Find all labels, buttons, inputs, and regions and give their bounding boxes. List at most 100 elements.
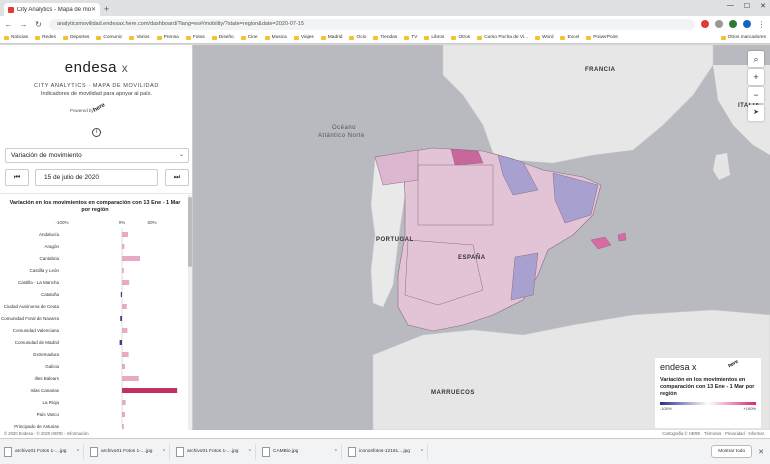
bookmark-item[interactable]: Viajes [294,35,314,40]
category-label: Principado de Asturias [14,424,60,429]
bar-2[interactable] [122,256,140,261]
minimize-icon[interactable]: — [727,2,734,10]
bookmark-item[interactable]: Otros [451,35,470,40]
bar-11[interactable] [122,364,125,369]
category-label: País Vasco [37,412,60,417]
bookmark-item[interactable]: Excel [560,35,579,40]
bar-15[interactable] [122,412,125,417]
bar-8[interactable] [122,328,128,333]
avatar[interactable] [743,20,751,28]
bookmarks-bar: Noticias Redes Deportes Comunic Varios Prensa… [0,32,770,44]
bar-3[interactable] [122,268,124,273]
file-icon [262,446,270,457]
chevron-up-icon[interactable]: ⌃ [334,449,338,455]
next-date-button[interactable]: ⏭ [165,169,189,186]
map-view[interactable]: FRANCIA ITALIA Océano Atlántico Norte PO… [193,45,770,430]
bookmark-item[interactable]: Redes [35,35,56,40]
bar-13[interactable] [122,388,178,393]
zoom-out-button[interactable]: − [748,87,764,103]
bar-4[interactable] [122,280,130,285]
chevron-up-icon[interactable]: ⌃ [420,449,424,455]
bar-1[interactable] [122,244,125,249]
back-icon[interactable]: ← [4,20,13,29]
panel-scrollbar-thumb[interactable] [188,197,192,267]
extension-icon[interactable] [715,20,723,28]
category-label: Castilla - La Mancha [18,280,60,285]
chevron-up-icon[interactable]: ⌃ [162,449,166,455]
close-tab-icon[interactable]: ✕ [91,6,96,13]
bookmark-item[interactable]: Prensa [157,35,179,40]
bookmark-item[interactable]: Diseño [212,35,234,40]
other-bookmarks[interactable]: Otros marcadores [721,35,766,40]
file-icon [348,446,356,457]
bookmark-item[interactable]: Fotos [186,35,205,40]
x-tick-label: 50% [147,220,156,225]
bar-7[interactable] [120,316,122,321]
download-item[interactable]: iconosfotos-12181....jpg ⌃ [348,443,428,460]
category-label: La Rioja [42,400,59,405]
app-window: City Analytics - Mapa de movilidad ✕ + —… [0,0,770,464]
map-search-button[interactable]: ⌕ [748,51,764,67]
browser-tab-bar: City Analytics - Mapa de movilidad ✕ + —… [0,0,770,16]
legend-max: +100% [743,406,756,411]
bar-12[interactable] [122,376,139,381]
bookmark-item[interactable]: Libros [424,35,444,40]
maximize-icon[interactable]: ☐ [744,2,750,10]
zoom-in-button[interactable]: + [748,69,764,85]
previous-date-button[interactable]: ⏮ [5,169,29,186]
bookmark-item[interactable]: Ocio [349,35,366,40]
chevron-up-icon[interactable]: ⌃ [248,449,252,455]
download-filename: archivo01 Fotos 1-....jpg [101,449,153,454]
side-panel: endesa x CITY ANALYTICS · MAPA DE MOVILI… [0,45,193,430]
footer-right[interactable]: Cartografía © HERE · Términos · Privacid… [662,430,764,438]
region-cantabria[interactable] [450,148,484,166]
bar-9[interactable] [119,340,122,345]
bar-5[interactable] [120,292,122,297]
date-field[interactable]: 15 de julio de 2020 [35,169,158,186]
menu-icon[interactable]: ⋮ [757,20,766,29]
metric-select[interactable]: Variación de movimiento ⌄ [5,148,189,163]
bar-16[interactable] [122,424,124,429]
reload-icon[interactable]: ↻ [34,20,43,29]
bookmark-item[interactable]: Cine [241,35,258,40]
legend-min: -100% [660,406,672,411]
download-item[interactable]: archivo01 Fotos 1-....jpg ⌃ [90,443,170,460]
compass-icon[interactable]: ➤ [748,105,764,121]
extension-icon[interactable] [701,20,709,28]
region-bar-chart: -100% 0% 50% Andalucía Aragón Cantabria Castil… [1,220,178,429]
bookmark-item[interactable]: Comunic [96,35,122,40]
download-item[interactable]: archivo01 Fotos 1-....jpg ⌃ [4,443,84,460]
bookmark-item[interactable]: PowerPoint [586,35,618,40]
bookmark-item[interactable]: Word [535,35,553,40]
info-icon[interactable]: i [92,128,101,137]
browser-tab[interactable]: City Analytics - Mapa de movilidad ✕ [4,3,100,16]
bar-10[interactable] [122,352,129,357]
bookmark-item[interactable]: Tiendas [373,35,397,40]
new-tab-button[interactable]: + [104,3,109,16]
close-downloads-icon[interactable]: ✕ [758,448,764,456]
bookmark-item[interactable]: TV [404,35,417,40]
window-controls: — ☐ ✕ [727,2,766,10]
bar-14[interactable] [122,400,126,405]
extension-icon[interactable] [729,20,737,28]
favicon-icon [8,6,14,13]
bar-6[interactable] [122,304,127,309]
chevron-up-icon[interactable]: ⌃ [76,449,80,455]
category-label: Illes Balears [34,376,59,381]
download-item[interactable]: archivo01 Fotos 1-....jpg ⌃ [176,443,256,460]
bookmark-item[interactable]: Madrid [321,35,343,40]
url-input[interactable]: analyticsmovilidad.endesax.here.com/dash… [49,18,695,30]
map-legend: endesa x here Variación en los movimient… [655,358,761,428]
show-all-downloads-button[interactable]: Mostrar todo [711,445,753,458]
category-label: Andalucía [39,232,60,237]
bookmark-item[interactable]: Noticias [4,35,28,40]
footer-left[interactable]: © 2020 Endesa - © 2020 HERE - Informació… [4,431,89,436]
bookmark-item[interactable]: Curso Pocha de Vi... [477,35,528,40]
download-item[interactable]: CAMBio.jpg ⌃ [262,443,342,460]
bar-0[interactable] [122,232,128,237]
bookmark-item[interactable]: Deportes [63,35,89,40]
bookmark-item[interactable]: Musica [265,35,287,40]
bookmark-item[interactable]: Varios [129,35,149,40]
forward-icon[interactable]: → [19,20,28,29]
close-window-icon[interactable]: ✕ [760,2,766,10]
